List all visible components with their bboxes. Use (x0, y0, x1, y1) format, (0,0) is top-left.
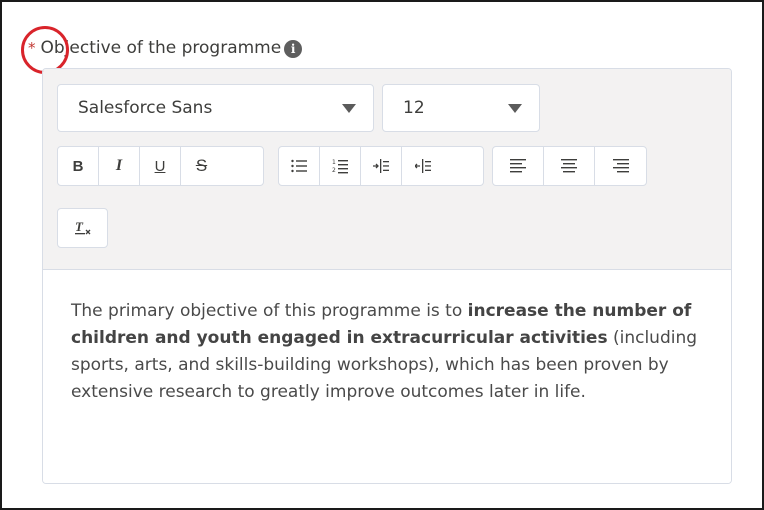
font-family-value: Salesforce Sans (78, 98, 213, 118)
italic-icon: I (115, 157, 123, 174)
bulleted-list-button[interactable] (279, 147, 320, 185)
font-family-select[interactable]: Salesforce Sans (57, 84, 374, 132)
rich-text-editor: Salesforce Sans 12 B I U S 1 2 T The pri… (42, 68, 732, 484)
align-button-group (492, 146, 647, 186)
format-button-group: B I U S (57, 146, 264, 186)
underline-icon: U (154, 157, 166, 175)
info-icon[interactable]: i (284, 40, 303, 58)
indent-icon (373, 159, 389, 173)
svg-text:T: T (75, 219, 84, 234)
align-right-button[interactable] (595, 147, 646, 185)
chevron-down-icon (342, 104, 356, 113)
editor-content-area[interactable]: The primary objective of this programme … (43, 270, 731, 483)
editor-toolbar: Salesforce Sans 12 B I U S 1 2 T (43, 69, 731, 270)
align-center-icon (561, 159, 577, 173)
bold-button[interactable]: B (58, 147, 99, 185)
indent-button[interactable] (361, 147, 402, 185)
outdent-icon (414, 159, 431, 173)
italic-button[interactable]: I (99, 147, 140, 185)
align-center-button[interactable] (544, 147, 596, 185)
font-size-value: 12 (403, 98, 425, 118)
align-left-icon (509, 159, 526, 173)
strikethrough-icon: S (195, 156, 208, 175)
align-right-icon (612, 159, 629, 173)
annotation-circle (21, 26, 69, 74)
clear-formatting-icon: T (74, 219, 90, 235)
editor-text: The primary objective of this programme … (71, 298, 711, 406)
field-label: * Objective of the programme i (28, 38, 303, 58)
numbered-list-button[interactable]: 1 2 (320, 147, 361, 185)
font-size-select[interactable]: 12 (382, 84, 540, 132)
field-label-text: Objective of the programme (40, 38, 282, 58)
align-left-button[interactable] (493, 147, 544, 185)
clear-formatting-button[interactable]: T (57, 208, 108, 248)
content-text-start: The primary objective of this programme … (71, 301, 468, 321)
bold-icon: B (72, 157, 84, 175)
svg-text:2: 2 (332, 167, 336, 174)
svg-text:1: 1 (332, 159, 336, 166)
strikethrough-button[interactable]: S (181, 147, 222, 185)
bulleted-list-icon (291, 159, 307, 173)
numbered-list-icon: 1 2 (332, 159, 348, 174)
list-button-group: 1 2 (278, 146, 484, 186)
underline-button[interactable]: U (140, 147, 181, 185)
outdent-button[interactable] (402, 147, 443, 185)
chevron-down-icon (508, 104, 522, 113)
